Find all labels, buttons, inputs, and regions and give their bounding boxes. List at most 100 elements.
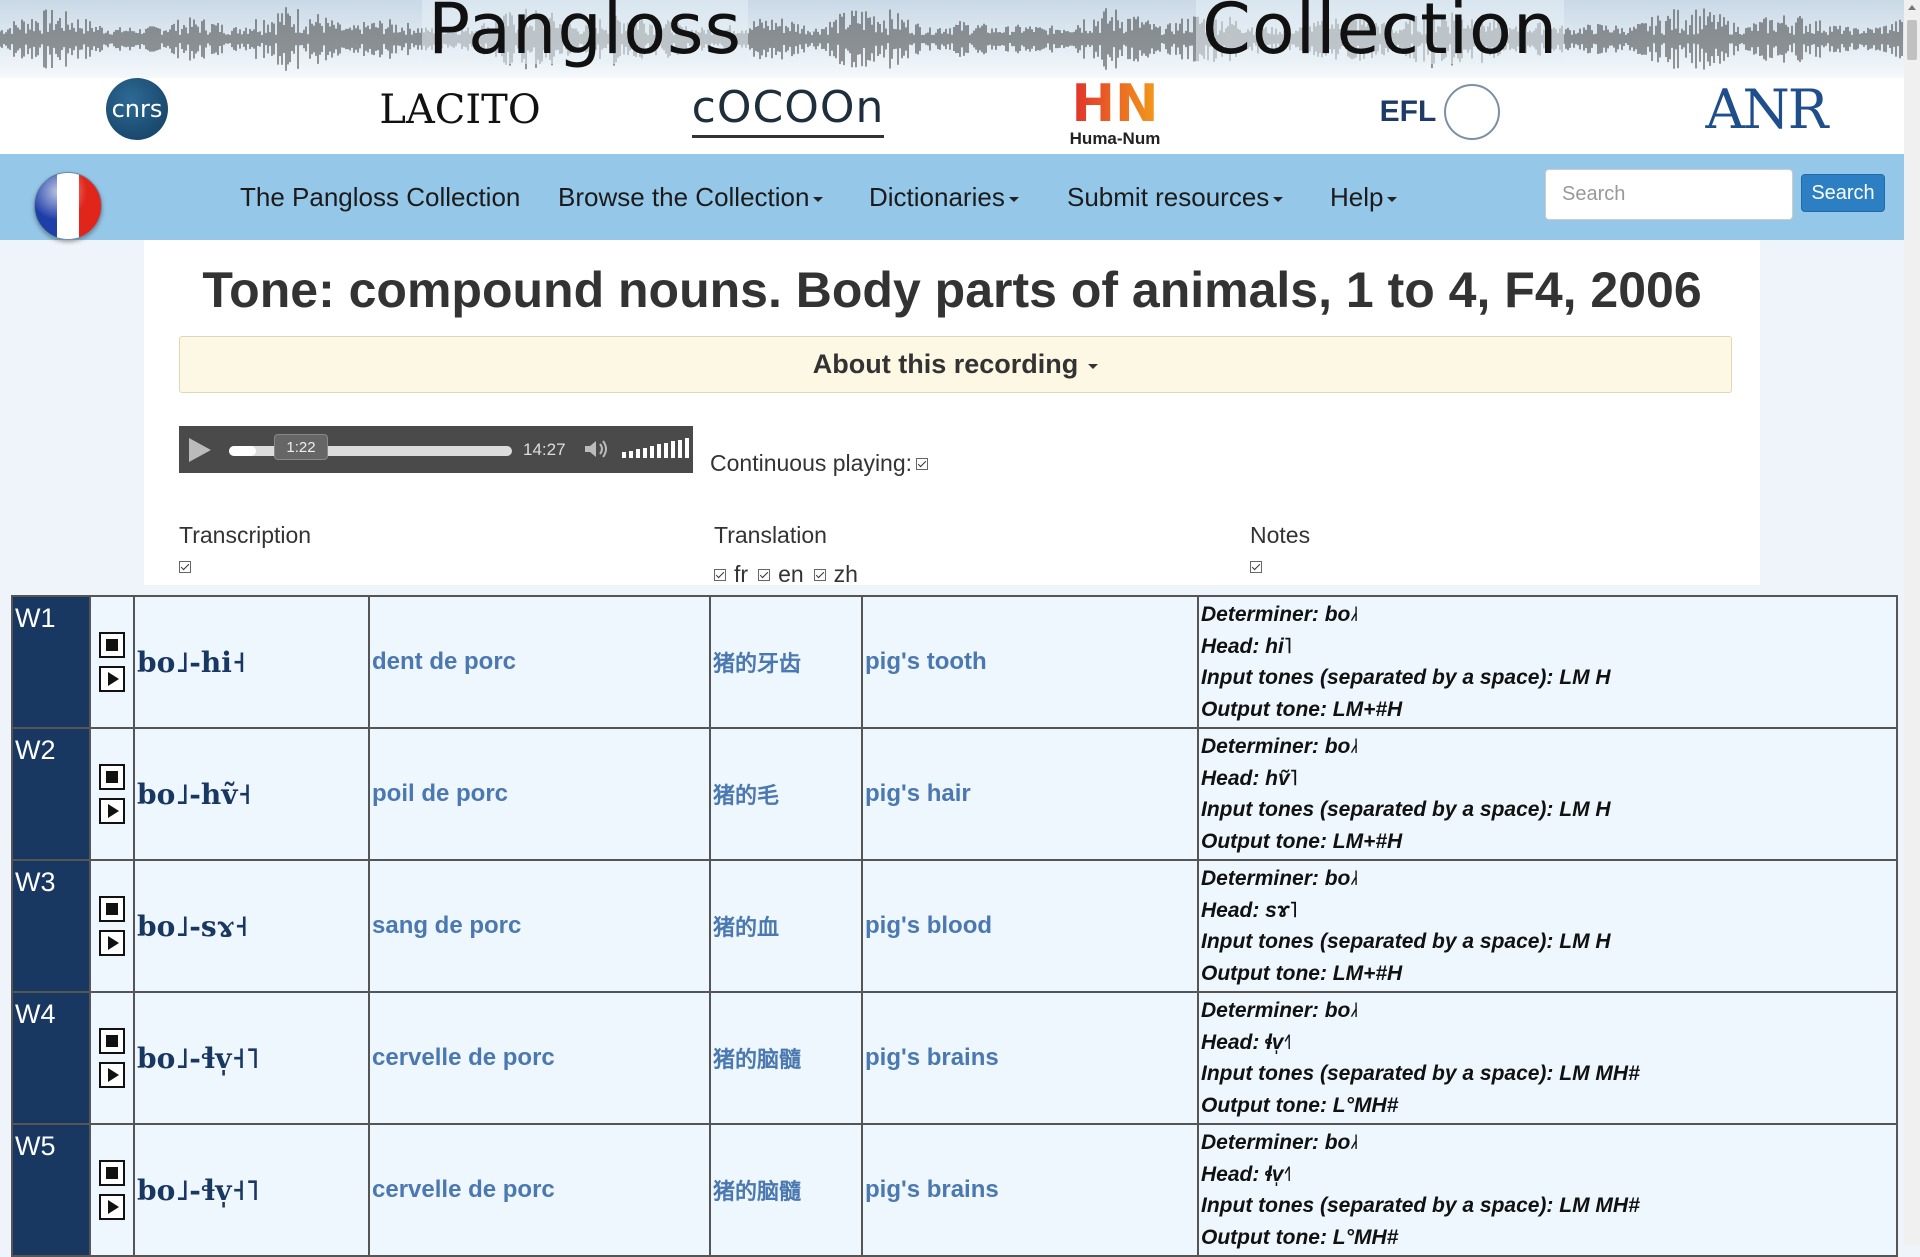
play-icon[interactable] bbox=[99, 1194, 125, 1220]
notes-checkbox[interactable] bbox=[1250, 561, 1262, 573]
anr-logo[interactable]: ANR bbox=[1706, 80, 1829, 140]
volume-bar bbox=[671, 441, 675, 459]
caret-down-icon bbox=[1387, 196, 1398, 202]
transcription-option: Transcription bbox=[179, 522, 311, 573]
nav-item-label: Help bbox=[1330, 181, 1384, 212]
table-row: W3 bo˩-sɤ˧ sang de porc 猪的血 pig's blood Deter… bbox=[11, 859, 1898, 993]
nav-pangloss-collection[interactable]: The Pangloss Collection bbox=[240, 154, 520, 240]
caret-down-icon bbox=[813, 196, 824, 202]
scrollbar-thumb[interactable] bbox=[1907, 20, 1917, 60]
cocoon-logo-text: cOCOOn bbox=[691, 82, 885, 133]
about-recording-toggle[interactable]: About this recording bbox=[179, 336, 1732, 393]
cocoon-logo[interactable]: cOCOOn bbox=[692, 80, 884, 138]
row-id: W4 bbox=[11, 991, 91, 1125]
translation-fr-cell: cervelle de porc bbox=[368, 991, 711, 1125]
translation-zh-checkbox[interactable] bbox=[813, 568, 826, 581]
stop-icon[interactable] bbox=[99, 896, 125, 922]
nav-dictionaries[interactable]: Dictionaries bbox=[869, 154, 1019, 240]
nav-browse-collection[interactable]: Browse the Collection bbox=[558, 154, 824, 240]
translation-en-cell: pig's hair bbox=[861, 727, 1199, 861]
main-content: Tone: compound nouns. Body parts of anim… bbox=[144, 240, 1760, 588]
humanum-mark: HN bbox=[1071, 74, 1159, 134]
translation-en-cell: pig's blood bbox=[861, 859, 1199, 993]
search-input[interactable] bbox=[1545, 169, 1793, 220]
continuous-playing-label: Continuous playing: bbox=[710, 450, 913, 476]
note-line: Determiner: bo˩˧ bbox=[1201, 603, 1359, 626]
efl-logo-text: EFL bbox=[1379, 95, 1437, 128]
stop-icon[interactable] bbox=[99, 632, 125, 658]
nav-help[interactable]: Help bbox=[1330, 154, 1398, 240]
nav-item-label: Submit resources bbox=[1067, 181, 1270, 212]
translation-fr-label: fr bbox=[734, 561, 749, 587]
row-controls bbox=[89, 595, 135, 729]
table-row: W2 bo˩-hṽ˧ poil de porc 猪的毛 pig's hair Determ… bbox=[11, 727, 1898, 861]
continuous-playing-option: Continuous playing: bbox=[710, 450, 932, 477]
volume-bar bbox=[622, 452, 626, 459]
speaker-icon[interactable] bbox=[583, 438, 611, 460]
note-line: Head: ɬv̩˧˥ bbox=[1201, 1162, 1292, 1186]
scroll-up-arrow-icon[interactable] bbox=[1908, 5, 1916, 10]
stop-icon[interactable] bbox=[99, 1160, 125, 1186]
translation-fr-cell: dent de porc bbox=[368, 595, 711, 729]
lacito-logo-text: LACITO bbox=[379, 87, 541, 133]
volume-bar bbox=[643, 447, 647, 459]
note-line: Output tone: LM+#H bbox=[1201, 961, 1403, 985]
transcription-checkbox[interactable] bbox=[179, 561, 191, 573]
notes-cell: Determiner: bo˩˧ Head: sɤ˥ Input tones (se… bbox=[1197, 859, 1898, 993]
translation-option: Translation fr en zh bbox=[714, 522, 868, 588]
transcription-cell: bo˩-hṽ˧ bbox=[133, 727, 370, 861]
note-line: Determiner: bo˩˧ bbox=[1201, 735, 1359, 758]
transcription-cell: bo˩-hi˧ bbox=[133, 595, 370, 729]
translation-fr-cell: sang de porc bbox=[368, 859, 711, 993]
note-line: Output tone: LM+#H bbox=[1201, 829, 1403, 853]
navbar: The Pangloss Collection Browse the Colle… bbox=[0, 154, 1904, 240]
translation-en-checkbox[interactable] bbox=[758, 568, 771, 581]
play-icon[interactable] bbox=[189, 438, 211, 462]
page-scrollbar[interactable] bbox=[1904, 0, 1920, 1245]
translation-fr-checkbox[interactable] bbox=[714, 568, 726, 581]
note-line: Output tone: LM+#H bbox=[1201, 697, 1403, 721]
volume-bar bbox=[664, 442, 668, 459]
translation-zh-cell: 猪的毛 bbox=[709, 727, 863, 861]
nav-submit-resources[interactable]: Submit resources bbox=[1067, 154, 1284, 240]
transcription-label: Transcription bbox=[179, 522, 312, 548]
caret-down-icon bbox=[1008, 196, 1019, 202]
annotation-table: W1 bo˩-hi˧ dent de porc 猪的牙齿 pig's tooth Dete… bbox=[11, 595, 1898, 1257]
waveform-path bbox=[0, 7, 1903, 71]
humanum-logo[interactable]: HN Huma-Num bbox=[1060, 76, 1170, 152]
note-line: Head: sɤ˥ bbox=[1201, 898, 1298, 922]
play-icon[interactable] bbox=[99, 666, 125, 692]
stop-icon[interactable] bbox=[99, 764, 125, 790]
efl-logo[interactable]: EFL bbox=[1370, 80, 1510, 144]
note-line: Determiner: bo˩˧ bbox=[1201, 867, 1359, 890]
translation-en-cell: pig's tooth bbox=[861, 595, 1199, 729]
notes-cell: Determiner: bo˩˧ Head: hṽ˥ Input tones (se… bbox=[1197, 727, 1898, 861]
transcription-cell: bo˩-sɤ˧ bbox=[133, 859, 370, 993]
row-controls bbox=[89, 1123, 135, 1257]
translation-fr-cell: poil de porc bbox=[368, 727, 711, 861]
cnrs-logo[interactable]: cnrs bbox=[106, 78, 168, 140]
search-button[interactable]: Search bbox=[1801, 174, 1885, 212]
play-icon[interactable] bbox=[99, 798, 125, 824]
stop-icon[interactable] bbox=[99, 1028, 125, 1054]
note-line: Output tone: L°MH# bbox=[1201, 1093, 1399, 1117]
continuous-playing-checkbox[interactable] bbox=[916, 457, 929, 470]
play-icon[interactable] bbox=[99, 1062, 125, 1088]
volume-slider[interactable] bbox=[622, 438, 689, 459]
note-line: Head: hṽ˥ bbox=[1201, 766, 1298, 790]
transcription-cell: bo˩-ɬv̩˧˥ bbox=[133, 1123, 370, 1257]
nav-item-label: Browse the Collection bbox=[558, 181, 810, 212]
about-recording-label: About this recording bbox=[812, 349, 1079, 379]
play-icon[interactable] bbox=[99, 930, 125, 956]
row-controls bbox=[89, 727, 135, 861]
audio-progress-bar[interactable]: 1:22 bbox=[229, 434, 512, 460]
language-flag-fr-icon[interactable] bbox=[34, 172, 102, 240]
banner-title-collection: Collection bbox=[1196, 0, 1565, 64]
sorbonne-paris-cite-emblem bbox=[1444, 84, 1501, 140]
site-banner: Pangloss Collection cnrs LACITO cOCOOn H… bbox=[0, 0, 1904, 154]
row-id: W1 bbox=[11, 595, 91, 729]
translation-zh-cell: 猪的牙齿 bbox=[709, 595, 863, 729]
total-time: 14:27 bbox=[523, 440, 566, 459]
translation-zh-label: zh bbox=[833, 561, 858, 587]
lacito-logo[interactable]: LACITO bbox=[375, 82, 545, 138]
